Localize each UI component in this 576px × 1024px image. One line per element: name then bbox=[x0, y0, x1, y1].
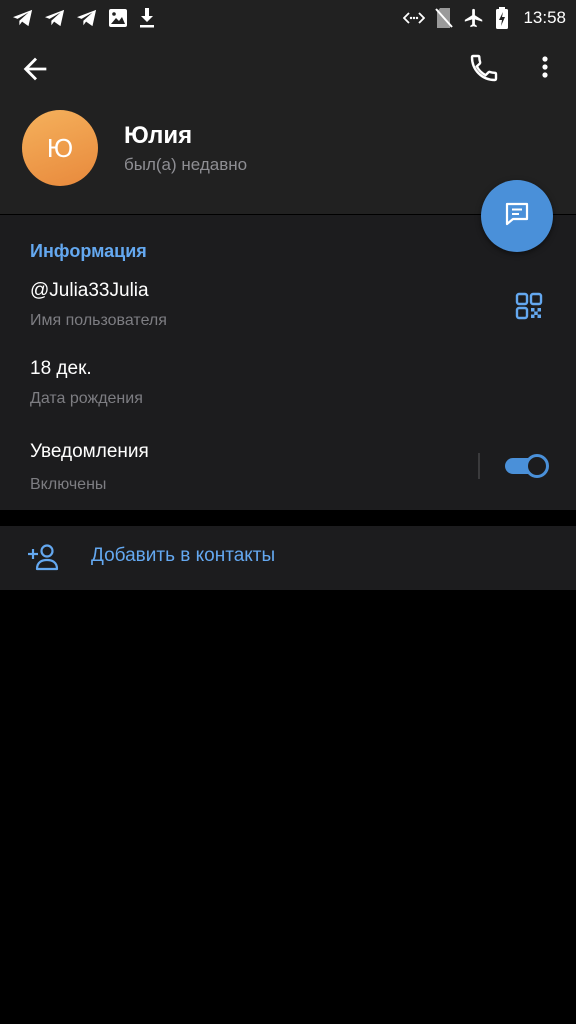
add-to-contacts-row[interactable]: Добавить в контакты bbox=[0, 526, 576, 590]
divider bbox=[478, 453, 480, 479]
download-icon bbox=[138, 7, 156, 29]
contact-name: Юлия bbox=[124, 122, 193, 149]
qr-code-button[interactable] bbox=[515, 292, 543, 320]
username-value[interactable]: @Julia33Julia bbox=[30, 280, 149, 302]
add-to-contacts-label: Добавить в контакты bbox=[91, 545, 276, 566]
avatar-initial: Ю bbox=[46, 132, 74, 163]
last-seen-status: был(а) недавно bbox=[124, 155, 248, 174]
back-button[interactable] bbox=[18, 52, 52, 86]
status-bar: 13:58 bbox=[0, 0, 576, 36]
birthday-label: Дата рождения bbox=[30, 390, 143, 407]
section-title: Информация bbox=[30, 241, 147, 261]
system-icons: 13:58 bbox=[403, 6, 566, 30]
toggle-knob bbox=[525, 454, 549, 478]
more-options-button[interactable] bbox=[532, 52, 558, 86]
send-message-button[interactable] bbox=[481, 180, 553, 252]
profile-header: Ю Юлия был(а) недавно bbox=[0, 36, 576, 214]
notifications-status: Включены bbox=[30, 476, 107, 493]
more-vert-icon bbox=[532, 56, 558, 90]
add-person-icon bbox=[26, 542, 60, 572]
qr-code-icon bbox=[515, 292, 543, 324]
username-label: Имя пользователя bbox=[30, 312, 167, 329]
no-sim-icon bbox=[435, 7, 454, 29]
image-icon bbox=[108, 8, 128, 28]
arrow-left-icon bbox=[18, 57, 52, 90]
birthday-value: 18 дек. bbox=[30, 358, 92, 379]
notifications-title[interactable]: Уведомления bbox=[30, 441, 149, 463]
airplane-icon bbox=[463, 7, 485, 29]
data-sync-icon bbox=[403, 10, 426, 26]
telegram-icon bbox=[44, 8, 66, 28]
notification-icons bbox=[12, 6, 156, 30]
avatar[interactable]: Ю bbox=[22, 110, 98, 186]
message-icon bbox=[502, 199, 532, 234]
phone-icon bbox=[468, 54, 500, 88]
notifications-toggle[interactable] bbox=[505, 454, 549, 478]
info-section: Информация @Julia33Julia Имя пользовател… bbox=[0, 215, 576, 510]
clock: 13:58 bbox=[523, 8, 566, 27]
call-button[interactable] bbox=[468, 52, 500, 84]
battery-charging-icon bbox=[495, 7, 509, 29]
telegram-icon bbox=[12, 8, 34, 28]
telegram-icon bbox=[76, 8, 98, 28]
